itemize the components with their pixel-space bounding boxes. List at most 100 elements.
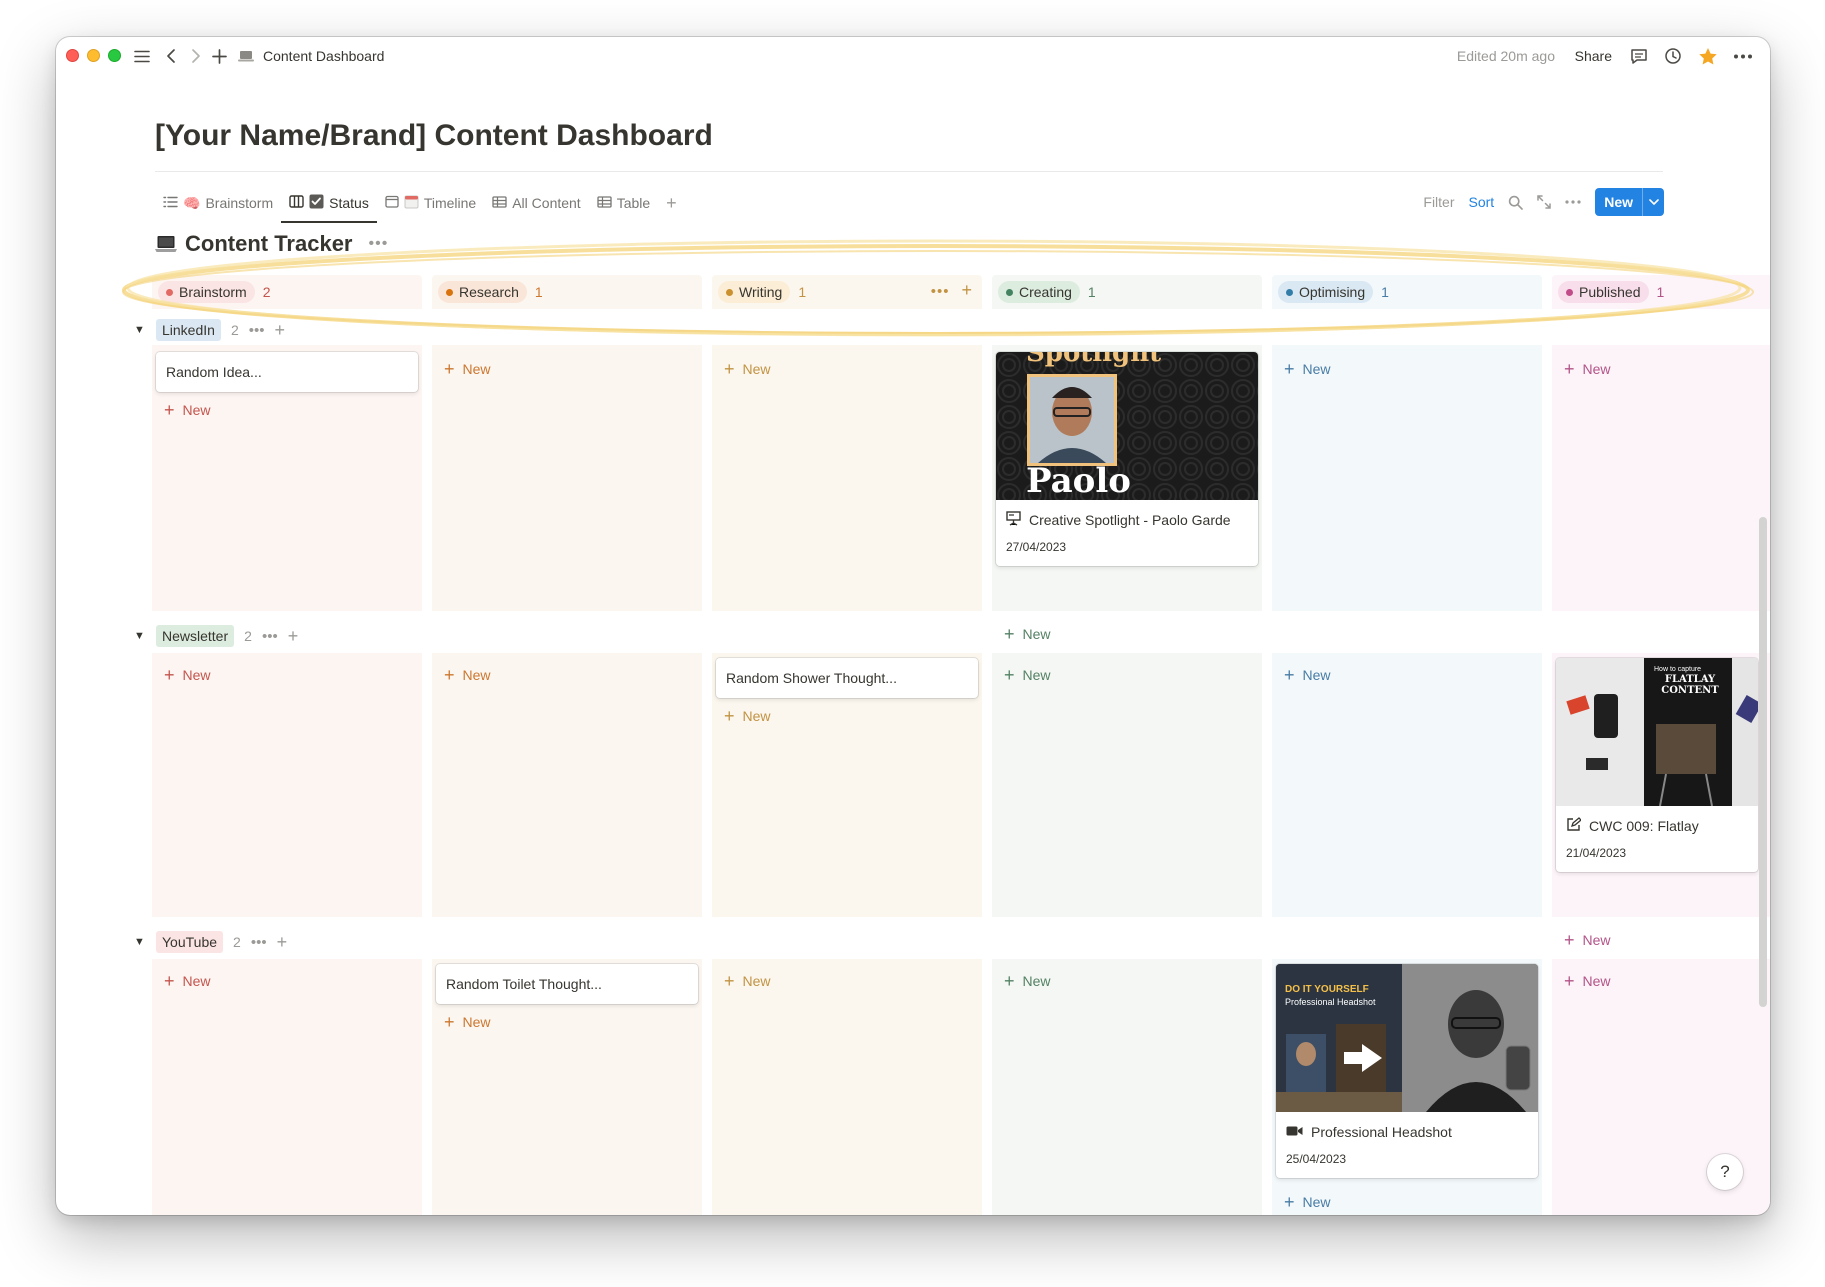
- add-card-button[interactable]: + New: [444, 1013, 491, 1031]
- cover-name-text: Paolo: [1026, 461, 1131, 500]
- add-card-button[interactable]: + New: [1564, 972, 1611, 990]
- group-more-icon[interactable]: •••: [249, 322, 265, 339]
- back-arrow-icon[interactable]: [161, 44, 181, 68]
- collapse-triangle-icon[interactable]: ▼: [134, 630, 146, 642]
- card-random-idea[interactable]: Random Idea...: [156, 352, 418, 392]
- group-more-icon[interactable]: •••: [262, 628, 278, 645]
- new-label: New: [1302, 667, 1331, 683]
- maximize-window-button[interactable]: [108, 49, 121, 62]
- group-add-plus-icon[interactable]: +: [288, 626, 299, 647]
- plus-icon: +: [1004, 665, 1015, 685]
- database-name[interactable]: Content Tracker: [185, 231, 353, 257]
- group-more-icon[interactable]: •••: [251, 934, 267, 951]
- sort-button[interactable]: Sort: [1469, 194, 1495, 210]
- card-professional-headshot[interactable]: DO IT YOURSELF Professional Headshot Pro…: [1276, 964, 1538, 1178]
- status-dot-icon: [166, 288, 173, 296]
- group-tag: LinkedIn: [156, 319, 221, 341]
- group-count: 2: [233, 934, 241, 950]
- app-window: Content Dashboard Edited 20m ago Share […: [56, 37, 1770, 1215]
- favorite-star-icon[interactable]: [1696, 44, 1720, 68]
- add-card-button[interactable]: + New: [164, 666, 211, 684]
- status-dot-icon: [446, 288, 453, 296]
- card-title: Random Idea...: [166, 364, 262, 380]
- chevron-down-icon[interactable]: [1642, 188, 1664, 216]
- page-title[interactable]: [Your Name/Brand] Content Dashboard: [155, 119, 713, 153]
- status-pill: Brainstorm: [158, 281, 255, 303]
- column-add-plus-icon[interactable]: +: [961, 281, 972, 300]
- add-card-button[interactable]: + New: [724, 972, 771, 990]
- column-header-creating[interactable]: Creating 1: [992, 275, 1262, 309]
- comment-icon[interactable]: [1628, 44, 1650, 68]
- group-header-newsletter[interactable]: ▼ Newsletter 2 ••• +: [134, 623, 298, 649]
- add-card-button[interactable]: + New: [1004, 666, 1051, 684]
- card-creative-spotlight[interactable]: Spotlight Paolo Creative Spotlight - Pao…: [996, 352, 1258, 566]
- help-button[interactable]: ?: [1707, 1154, 1743, 1190]
- minimize-window-button[interactable]: [87, 49, 100, 62]
- add-card-button[interactable]: + New: [1284, 360, 1331, 378]
- clock-history-icon[interactable]: [1662, 44, 1684, 68]
- new-entry-button[interactable]: New: [1595, 188, 1664, 216]
- add-card-button[interactable]: + New: [1004, 972, 1051, 990]
- column-header-brainstorm[interactable]: Brainstorm 2: [152, 275, 422, 309]
- add-view-plus-icon[interactable]: +: [658, 193, 685, 214]
- view-tabs: 🧠 Brainstorm Status Timeline All Content…: [155, 187, 685, 223]
- close-window-button[interactable]: [66, 49, 79, 62]
- group-header-linkedin[interactable]: ▼ LinkedIn 2 ••• +: [134, 317, 285, 343]
- more-options-icon[interactable]: [1565, 200, 1581, 204]
- card-date: 25/04/2023: [1286, 1152, 1347, 1166]
- database-toolbar: Filter Sort New: [1423, 187, 1664, 217]
- add-card-button[interactable]: + New: [1284, 1193, 1331, 1211]
- add-card-button[interactable]: + New: [724, 360, 771, 378]
- tab-status[interactable]: Status: [281, 187, 377, 223]
- add-card-button[interactable]: + New: [1004, 625, 1051, 643]
- database-title: Content Tracker •••: [155, 231, 388, 257]
- column-header-optimising[interactable]: Optimising 1: [1272, 275, 1542, 309]
- column-header-research[interactable]: Research 1: [432, 275, 702, 309]
- column-header-writing[interactable]: Writing 1 ••• +: [712, 275, 982, 309]
- more-options-icon[interactable]: [1730, 44, 1756, 68]
- laptop-icon: [237, 44, 255, 68]
- new-label: New: [1582, 973, 1611, 989]
- presentation-icon: [1006, 511, 1021, 529]
- tab-table[interactable]: Table: [589, 187, 658, 219]
- breadcrumb[interactable]: Content Dashboard: [263, 48, 384, 64]
- add-card-button[interactable]: + New: [1564, 360, 1611, 378]
- vertical-scrollbar[interactable]: [1759, 517, 1767, 1007]
- add-card-button[interactable]: + New: [724, 707, 771, 725]
- add-card-button[interactable]: + New: [1564, 931, 1611, 949]
- new-label: New: [742, 361, 771, 377]
- share-button[interactable]: Share: [1575, 48, 1612, 64]
- add-card-button[interactable]: + New: [1284, 666, 1331, 684]
- column-more-icon[interactable]: •••: [931, 283, 950, 300]
- search-icon[interactable]: [1508, 195, 1524, 210]
- collapse-triangle-icon[interactable]: ▼: [134, 324, 146, 336]
- new-page-plus-icon[interactable]: [208, 44, 230, 68]
- add-card-button[interactable]: + New: [164, 972, 211, 990]
- expand-arrows-icon[interactable]: [1537, 195, 1551, 209]
- tab-timeline[interactable]: Timeline: [377, 187, 484, 219]
- plus-icon: +: [164, 665, 175, 685]
- tab-all-content[interactable]: All Content: [484, 187, 588, 219]
- plus-icon: +: [1564, 359, 1575, 379]
- database-more-icon[interactable]: •••: [369, 235, 389, 253]
- add-card-button[interactable]: + New: [444, 360, 491, 378]
- filter-button[interactable]: Filter: [1423, 194, 1454, 210]
- card-cwc-flatlay[interactable]: How to capture FLATLAY CONTENT CWC 009: …: [1556, 658, 1758, 872]
- tab-brainstorm[interactable]: 🧠 Brainstorm: [155, 187, 281, 219]
- new-label: New: [1302, 361, 1331, 377]
- status-label: Creating: [1019, 284, 1072, 300]
- add-card-button[interactable]: + New: [164, 401, 211, 419]
- status-dot-icon: [726, 288, 733, 296]
- collapse-triangle-icon[interactable]: ▼: [134, 936, 146, 948]
- card-random-toilet-thought[interactable]: Random Toilet Thought...: [436, 964, 698, 1004]
- group-add-plus-icon[interactable]: +: [275, 320, 286, 341]
- sidebar-menu-icon[interactable]: [131, 44, 153, 68]
- group-add-plus-icon[interactable]: +: [277, 932, 288, 953]
- list-view-icon: [163, 195, 178, 211]
- column-writing: [712, 275, 982, 1215]
- card-random-shower-thought[interactable]: Random Shower Thought...: [716, 658, 978, 698]
- add-card-button[interactable]: + New: [444, 666, 491, 684]
- group-header-youtube[interactable]: ▼ YouTube 2 ••• +: [134, 929, 287, 955]
- forward-arrow-icon[interactable]: [186, 44, 206, 68]
- column-header-published[interactable]: Published 1: [1552, 275, 1770, 309]
